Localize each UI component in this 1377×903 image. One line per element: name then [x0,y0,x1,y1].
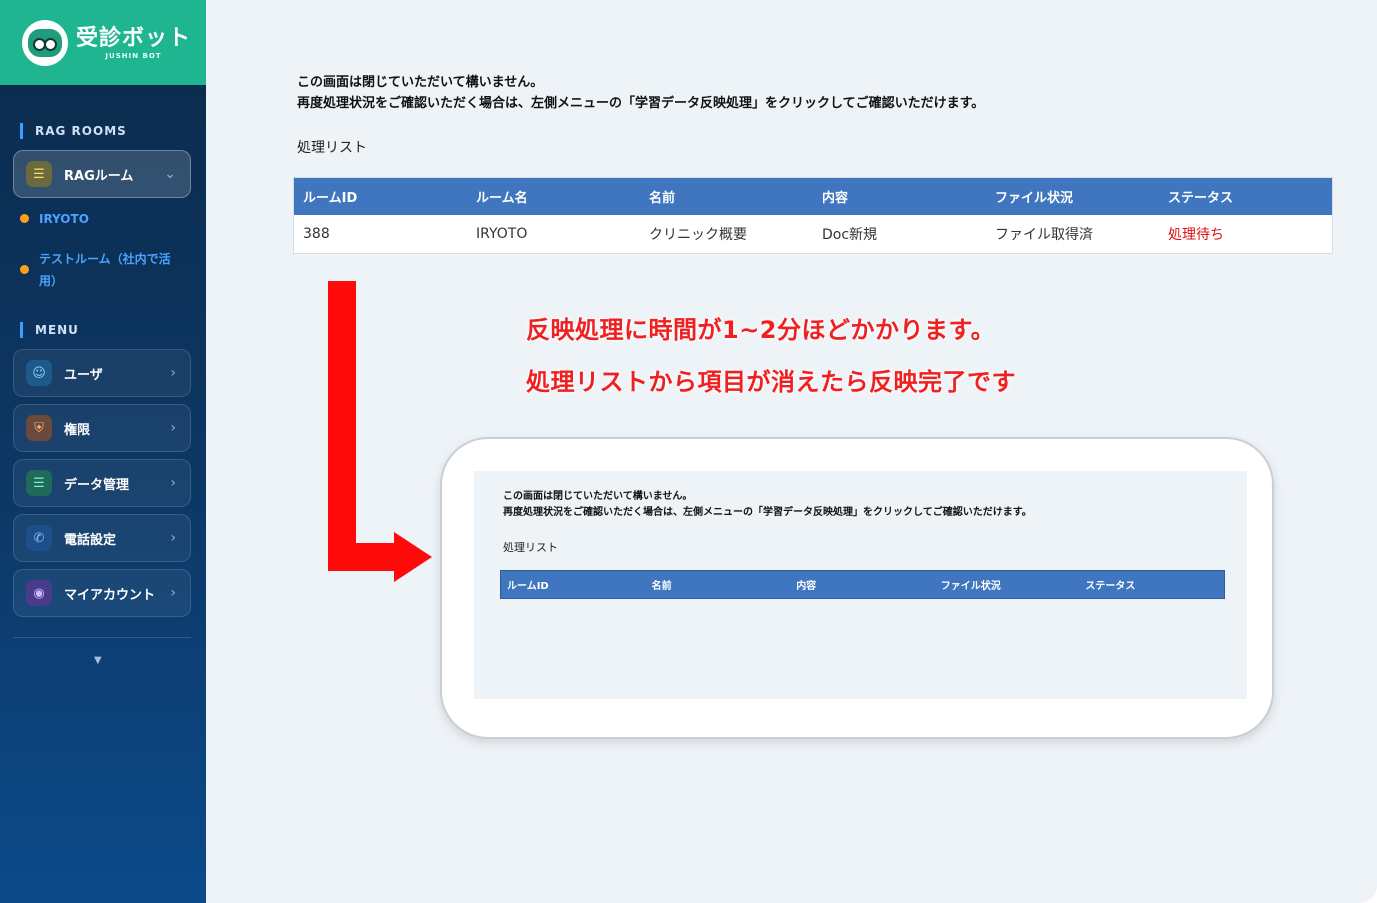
chevron-right-icon: › [170,530,176,546]
room-label-line2: 用） [39,274,64,288]
rag-rooms-section-label: RAG ROOMS [20,123,127,139]
annotation-line-2: 処理リストから項目が消えたら反映完了です [526,368,1016,396]
preview-notice: この画面は閉じていただいて構いません。 再度処理状況をご確認いただく場合は、左側… [503,489,1032,521]
sidebar-divider [13,637,191,638]
user-icon: ☺ [26,360,52,386]
sidebar-item-phone[interactable]: ✆ 電話設定 › [13,514,191,562]
chevron-right-icon: › [170,365,176,381]
preview-column-header: 名前 [651,581,672,592]
phone-icon: ✆ [26,525,52,551]
account-icon: ◉ [26,580,52,606]
status-dot-icon [20,214,29,223]
arrow-shaft-vertical [328,281,356,571]
column-header: ファイル状況 [995,191,1074,206]
brand-subtitle: JUSHIN BOT [105,51,162,60]
cell-file-status: ファイル取得済 [995,227,1093,243]
preview-column-header: ルームID [507,581,549,592]
collapse-icon[interactable]: ▼ [94,655,102,666]
process-table: ルームID ルーム名 名前 内容 ファイル状況 ステータス 388 IRYOTO… [293,177,1333,254]
room-label: IRYOTO [39,212,89,226]
chevron-right-icon: › [170,475,176,491]
sidebar-item-data[interactable]: ☰ データ管理 › [13,459,191,507]
column-header: ルームID [303,191,358,206]
rag-room-label: RAGルーム [64,168,134,184]
database-icon: ☰ [26,470,52,496]
notice-line-1: この画面は閉じていただいて構いません。 [297,75,544,90]
column-header: ステータス [1168,191,1234,206]
cell-room-name: IRYOTO [476,226,528,242]
table-header: ルームID ルーム名 名前 内容 ファイル状況 ステータス [294,178,1332,215]
room-item-iryoto[interactable]: IRYOTO [20,208,89,230]
main-content: この画面は閉じていただいて構いません。 再度処理状況をご確認いただく場合は、左側… [206,0,1377,903]
logo[interactable]: 受診ボット JUSHIN BOT [0,0,206,85]
sidebar-item-label: ユーザ [64,367,103,383]
status-dot-icon [20,265,29,274]
chevron-right-icon: › [170,420,176,436]
cell-name: クリニック概要 [649,227,747,243]
preview-column-header: ステータス [1085,581,1136,592]
preview-card: この画面は閉じていただいて構いません。 再度処理状況をご確認いただく場合は、左側… [440,437,1274,739]
preview-column-header: ファイル状況 [940,581,1001,592]
annotation-line-1: 反映処理に時間が1~2分ほどかかります。 [526,316,996,344]
sidebar-item-label: マイアカウント [64,587,156,603]
preview-notice-line-2: 再度処理状況をご確認いただく場合は、左側メニューの「学習データ反映処理」をクリッ… [503,507,1032,518]
room-item-test[interactable]: テストルーム（社内で活 用） [20,248,171,292]
notice-line-2: 再度処理状況をご確認いただく場合は、左側メニューの「学習データ反映処理」をクリッ… [297,96,985,111]
shield-icon: ⛨ [26,415,52,441]
chevron-right-icon: › [170,585,176,601]
cell-room-id: 388 [303,226,330,242]
cell-content: Doc新規 [822,227,878,243]
sidebar-item-label: 権限 [64,422,91,438]
sidebar-item-user[interactable]: ☺ ユーザ › [13,349,191,397]
database-icon: ☰ [26,161,52,187]
arrow-right-icon [394,532,432,582]
status-badge: 処理待ち [1168,227,1224,243]
chevron-down-icon: ⌄ [164,166,176,182]
preview-screen: この画面は閉じていただいて構いません。 再度処理状況をご確認いただく場合は、左側… [474,471,1247,699]
robot-logo-icon [22,19,68,66]
room-label-line1: テストルーム（社内で活 [39,252,171,266]
sidebar-item-label: 電話設定 [64,532,117,548]
sidebar-item-permission[interactable]: ⛨ 権限 › [13,404,191,452]
sidebar-item-label: データ管理 [64,477,130,493]
preview-table-header: ルームID 名前 内容 ファイル状況 ステータス [500,570,1225,599]
notice-text: この画面は閉じていただいて構いません。 再度処理状況をご確認いただく場合は、左側… [297,72,984,114]
preview-notice-line-1: この画面は閉じていただいて構いません。 [503,491,693,502]
preview-column-header: 内容 [796,581,817,592]
sidebar-item-account[interactable]: ◉ マイアカウント › [13,569,191,617]
column-header: 内容 [822,191,849,206]
list-title: 処理リスト [297,140,367,156]
column-header: 名前 [649,191,676,206]
table-row[interactable]: 388 IRYOTO クリニック概要 Doc新規 ファイル取得済 処理待ち [294,215,1332,253]
column-header: ルーム名 [476,191,528,206]
preview-list-title: 処理リスト [503,541,558,554]
rag-room-button[interactable]: ☰ RAGルーム ⌄ [13,150,191,198]
sidebar: 受診ボット JUSHIN BOT RAG ROOMS ☰ RAGルーム ⌄ IR… [0,0,206,903]
menu-section-label: MENU [20,322,79,338]
arrow-shaft-horizontal [328,543,396,571]
brand-title: 受診ボット [76,25,192,51]
